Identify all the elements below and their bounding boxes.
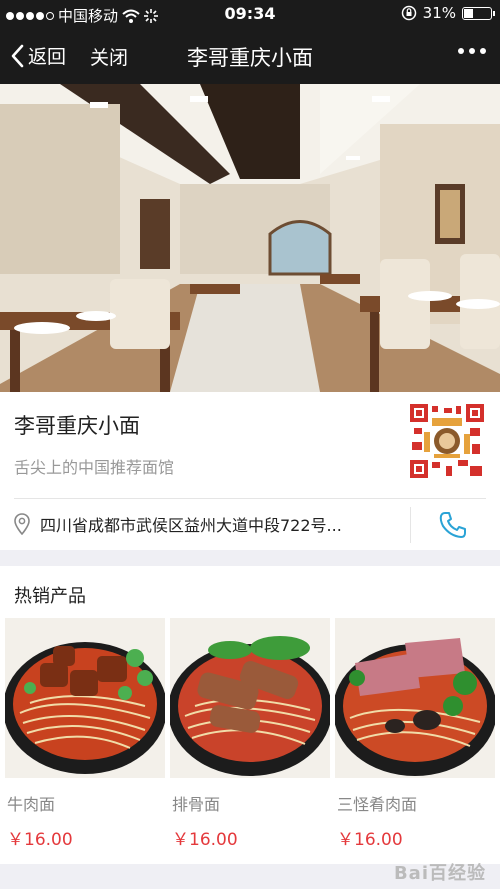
battery-percent: 31% — [422, 4, 456, 22]
rotation-lock-icon — [401, 5, 416, 21]
location-pin-icon — [14, 513, 30, 535]
more-options-button[interactable] — [458, 48, 486, 54]
back-button[interactable]: 返回 — [10, 42, 66, 69]
product-name: 排骨面 — [172, 795, 221, 814]
product-name: 三怪肴肉面 — [337, 795, 418, 814]
product-price: ￥16.00 — [337, 830, 403, 850]
back-label: 返回 — [28, 46, 67, 68]
store-name: 李哥重庆小面 — [14, 414, 140, 438]
product-image — [5, 618, 165, 778]
section-title: 热销产品 — [14, 586, 86, 607]
product-price: ￥16.00 — [7, 830, 73, 850]
address-row[interactable]: 四川省成都市武侯区益州大道中段722号... — [0, 499, 500, 550]
product-name: 牛肉面 — [7, 795, 56, 814]
status-right: 31% — [401, 4, 495, 22]
product-card-pork-rib-noodle[interactable]: 排骨面 ￥16.00 — [170, 618, 330, 850]
hero-restaurant-image — [0, 84, 500, 392]
phone-icon[interactable] — [438, 510, 468, 540]
nav-bar: 返回 关闭 李哥重庆小面 — [0, 28, 500, 84]
product-image — [170, 618, 330, 778]
chevron-left-icon — [11, 44, 24, 67]
store-slogan: 舌尖上的中国推荐面馆 — [14, 458, 175, 477]
product-image — [335, 618, 495, 778]
divider — [410, 507, 411, 543]
store-info-card: 李哥重庆小面 舌尖上的中国推荐面馆 四川省成都市武侯区益州大道中段722号... — [0, 392, 500, 550]
status-bar: 中国移动 09:34 31% — [0, 0, 500, 28]
watermark: Bai百经验 — [393, 863, 486, 884]
hot-products-section: 热销产品 牛肉面 ￥16.00 排骨面 ￥16.00 三怪肴肉面 ￥16.00 — [0, 566, 500, 864]
product-card-beef-noodle[interactable]: 牛肉面 ￥16.00 — [5, 618, 165, 850]
store-address: 四川省成都市武侯区益州大道中段722号... — [40, 516, 342, 535]
close-button[interactable]: 关闭 — [90, 43, 128, 70]
page-title: 李哥重庆小面 — [187, 46, 313, 70]
product-price: ￥16.00 — [172, 830, 238, 850]
battery-icon — [462, 6, 495, 20]
qr-code-icon[interactable] — [410, 404, 484, 478]
product-card-sanguai-pork-noodle[interactable]: 三怪肴肉面 ￥16.00 — [335, 618, 495, 850]
